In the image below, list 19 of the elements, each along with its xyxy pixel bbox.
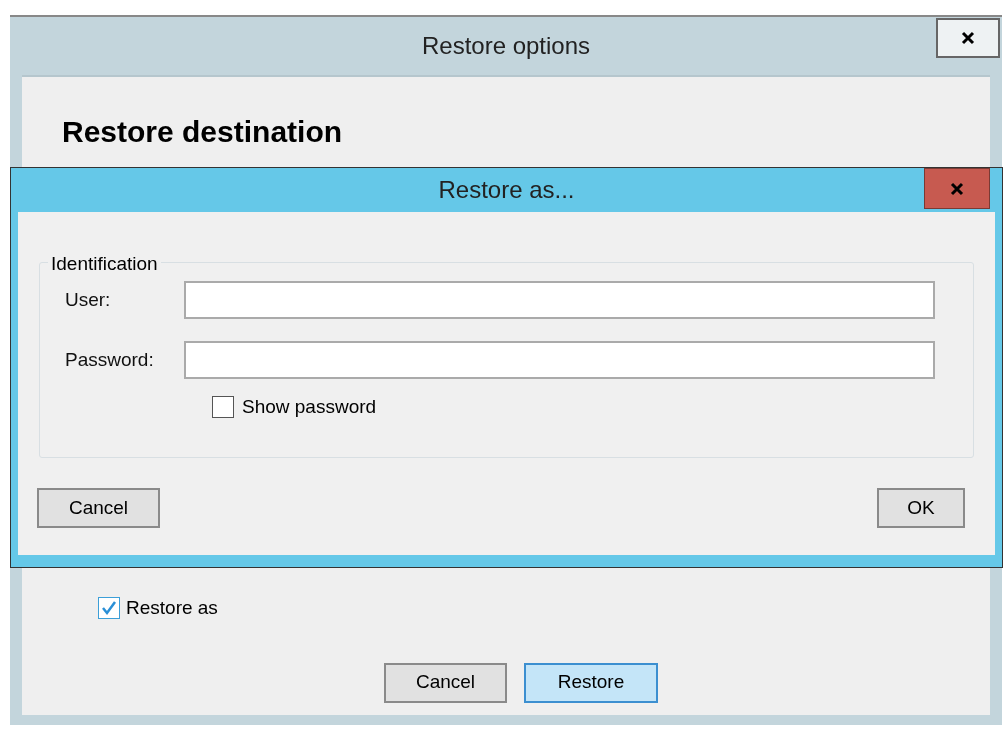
field-label: User:	[65, 287, 112, 312]
checkbox[interactable]	[212, 396, 234, 419]
checkbox-label: Restore as	[126, 596, 218, 620]
dialog-button[interactable]: Cancel	[37, 488, 160, 528]
dialog-title: Restore as...	[438, 175, 575, 205]
close-icon	[950, 181, 964, 196]
checkbox-label: Show password	[242, 395, 377, 419]
dialog-button[interactable]: Cancel	[384, 662, 507, 703]
input-field[interactable]	[184, 281, 935, 319]
section-heading: Restore destination	[62, 114, 344, 150]
close-button[interactable]	[936, 18, 1000, 58]
close-icon	[961, 31, 975, 45]
field-label: Password:	[65, 347, 155, 372]
input-field[interactable]	[184, 341, 935, 379]
dialog-button[interactable]: Restore	[524, 662, 658, 703]
checkmark-icon	[101, 600, 117, 617]
window-title: Restore options	[421, 31, 591, 61]
dialog-button[interactable]: OK	[877, 488, 965, 528]
checkbox[interactable]	[98, 597, 120, 620]
